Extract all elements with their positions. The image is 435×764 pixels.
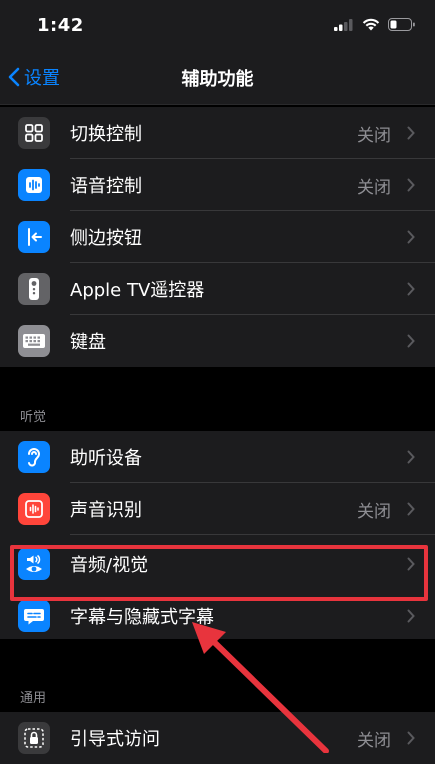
- row-label: Apple TV遥控器: [70, 280, 205, 301]
- battery-icon: [388, 18, 415, 31]
- row-switch-control[interactable]: 切换控制 关闭: [0, 107, 435, 159]
- hearing-devices-icon: [18, 441, 50, 473]
- chevron-right-icon: [407, 609, 415, 623]
- chevron-right-icon: [407, 557, 415, 571]
- row-label: 切换控制: [70, 124, 142, 145]
- row-label: 音频/视觉: [70, 555, 149, 576]
- chevron-right-icon: [407, 126, 415, 140]
- keyboard-icon: [18, 325, 50, 357]
- row-hearing-devices[interactable]: 助听设备: [0, 431, 435, 483]
- row-label: 助听设备: [70, 448, 142, 469]
- chevron-right-icon: [407, 178, 415, 192]
- settings-group-hearing: 助听设备 声音识别 关闭 音频/视觉 字幕与隐藏式字幕: [0, 431, 435, 639]
- row-value: 关闭: [357, 125, 391, 146]
- status-time: 1:42: [37, 15, 84, 36]
- section-header-general: 通用: [20, 691, 47, 706]
- chevron-right-icon: [407, 731, 415, 745]
- row-label: 侧边按钮: [70, 228, 142, 249]
- row-sound-recognition[interactable]: 声音识别 关闭: [0, 483, 435, 535]
- tv-remote-icon: [18, 273, 50, 305]
- chevron-right-icon: [407, 282, 415, 296]
- row-keyboard[interactable]: 键盘: [0, 315, 435, 367]
- navigation-bar: 设置 辅助功能: [0, 52, 435, 105]
- audio-visual-icon: [18, 548, 50, 580]
- sound-recognition-icon: [18, 493, 50, 525]
- subtitles-icon: [18, 600, 50, 632]
- chevron-right-icon: [407, 334, 415, 348]
- row-value: 关闭: [357, 501, 391, 522]
- section-header-hearing: 听觉: [20, 410, 47, 425]
- row-label: 引导式访问: [70, 729, 160, 750]
- chevron-right-icon: [407, 502, 415, 516]
- settings-group-interaction: 切换控制 关闭 语音控制 关闭 侧边按钮 Apple TV遥控器 键盘: [0, 107, 435, 367]
- row-label: 声音识别: [70, 500, 142, 521]
- status-icons: [334, 18, 415, 31]
- row-value: 关闭: [357, 177, 391, 198]
- row-side-button[interactable]: 侧边按钮: [0, 211, 435, 263]
- row-voice-control[interactable]: 语音控制 关闭: [0, 159, 435, 211]
- guided-access-icon: [18, 722, 50, 754]
- row-label: 键盘: [70, 332, 106, 353]
- row-value: 关闭: [357, 730, 391, 751]
- row-label: 语音控制: [70, 176, 142, 197]
- voice-control-icon: [18, 169, 50, 201]
- side-button-icon: [18, 221, 50, 253]
- row-apple-tv-remote[interactable]: Apple TV遥控器: [0, 263, 435, 315]
- wifi-icon: [362, 18, 380, 31]
- page-title: 辅助功能: [181, 69, 254, 90]
- switch-control-icon: [18, 117, 50, 149]
- chevron-right-icon: [407, 230, 415, 244]
- row-audio-visual[interactable]: 音频/视觉: [0, 535, 435, 593]
- status-bar: 1:42: [0, 0, 435, 52]
- cellular-signal-icon: [334, 18, 353, 31]
- annotation-arrow-icon: [192, 622, 329, 753]
- chevron-right-icon: [407, 450, 415, 464]
